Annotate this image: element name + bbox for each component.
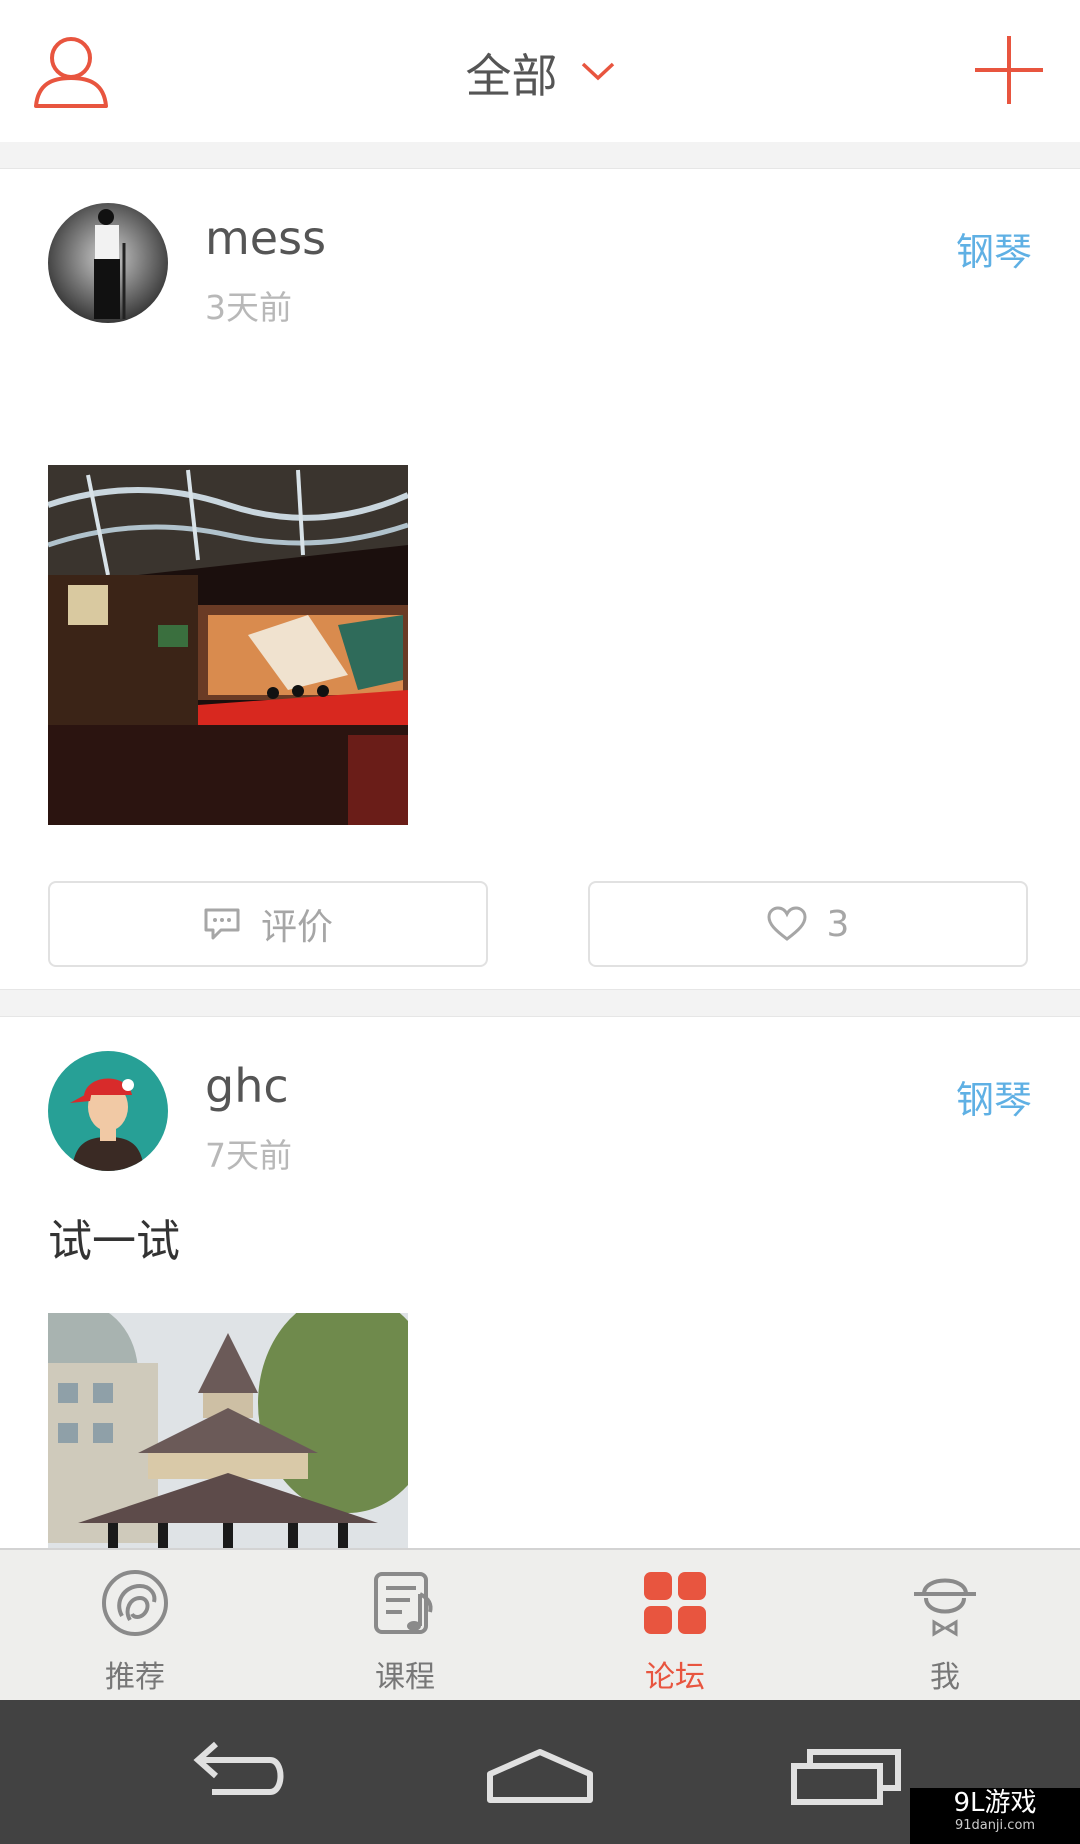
tab-me[interactable]: 我 bbox=[810, 1550, 1080, 1702]
recent-apps-icon[interactable] bbox=[790, 1740, 910, 1810]
plus-icon bbox=[975, 36, 1043, 104]
post-time: 7天前 bbox=[205, 1136, 292, 1175]
divider bbox=[0, 142, 1080, 168]
recommend-swirl-icon bbox=[102, 1570, 168, 1636]
tab-forum[interactable]: 论坛 bbox=[540, 1550, 810, 1702]
post-feed[interactable]: mess 3天前 钢琴 评价 3 ghc 7天前 钢琴 试一试 bbox=[0, 142, 1080, 1548]
post-photo[interactable] bbox=[48, 1313, 408, 1548]
chevron-down-icon bbox=[581, 61, 615, 85]
comment-button[interactable]: 评价 bbox=[48, 881, 488, 967]
page-title: 全部 bbox=[465, 49, 558, 103]
like-count: 3 bbox=[826, 903, 850, 945]
post-category-tag[interactable]: 钢琴 bbox=[956, 1069, 1032, 1124]
post-username[interactable]: ghc bbox=[205, 1059, 289, 1113]
forum-grid-icon bbox=[644, 1572, 706, 1634]
tab-label: 推荐 bbox=[105, 1660, 165, 1695]
post-category-tag[interactable]: 钢琴 bbox=[956, 221, 1032, 276]
tab-course[interactable]: 课程 bbox=[270, 1550, 540, 1702]
like-button[interactable]: 3 bbox=[588, 881, 1028, 967]
tab-label: 论坛 bbox=[645, 1660, 705, 1695]
home-icon[interactable] bbox=[480, 1740, 600, 1810]
tab-recommend[interactable]: 推荐 bbox=[0, 1550, 270, 1702]
post-card[interactable]: ghc 7天前 钢琴 试一试 bbox=[0, 1016, 1080, 1548]
profile-hat-icon bbox=[914, 1578, 976, 1637]
post-time: 3天前 bbox=[205, 288, 292, 327]
divider bbox=[0, 990, 1080, 1016]
tab-label: 课程 bbox=[375, 1660, 435, 1695]
back-arrow-icon[interactable] bbox=[180, 1740, 300, 1810]
post-username[interactable]: mess bbox=[205, 211, 326, 265]
tab-label: 我 bbox=[930, 1660, 960, 1695]
post-photo[interactable] bbox=[48, 465, 408, 825]
bottom-tab-bar: 推荐 课程 论坛 我 bbox=[0, 1548, 1080, 1702]
category-filter-dropdown[interactable]: 全部 bbox=[0, 40, 1080, 106]
comment-bubble-icon bbox=[204, 908, 240, 940]
post-card[interactable]: mess 3天前 钢琴 评价 3 bbox=[0, 168, 1080, 990]
avatar[interactable] bbox=[48, 203, 168, 323]
course-notebook-icon bbox=[374, 1572, 433, 1634]
avatar[interactable] bbox=[48, 1051, 168, 1171]
add-post-button[interactable] bbox=[974, 34, 1044, 106]
post-text: 试一试 bbox=[48, 1216, 180, 1267]
heart-outline-icon bbox=[767, 906, 807, 941]
top-bar: 全部 bbox=[0, 0, 1080, 144]
comment-label: 评价 bbox=[260, 907, 333, 948]
watermark-logo: 9L游戏 91danji.com bbox=[910, 1788, 1080, 1844]
system-nav-bar: 9L游戏 91danji.com bbox=[0, 1700, 1080, 1844]
